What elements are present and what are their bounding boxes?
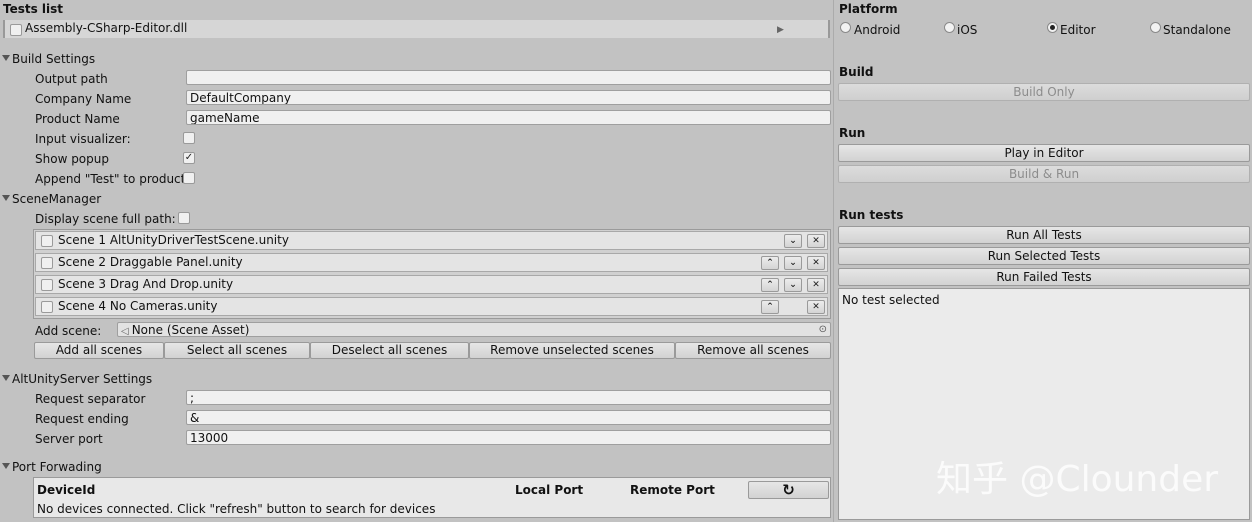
run-selected-tests-button[interactable]: Run Selected Tests [838,247,1250,265]
run-all-tests-button[interactable]: Run All Tests [838,226,1250,244]
server-port-input[interactable]: 13000 [186,430,831,445]
display-full-path-label: Display scene full path: [35,212,176,226]
remove-scene-button[interactable]: ✕ [807,234,825,248]
remove-scene-button[interactable]: ✕ [807,300,825,314]
foldout-triangle-icon[interactable] [2,195,10,201]
add-scene-label: Add scene: [35,324,102,338]
input-visualizer-checkbox[interactable] [183,132,195,144]
scene-row[interactable]: Scene 1 AltUnityDriverTestScene.unity ⌄ … [35,231,828,250]
server-settings-title[interactable]: AltUnityServer Settings [12,372,152,386]
add-scene-field[interactable]: ◁ None (Scene Asset) ⊙ [117,322,831,337]
run-failed-tests-button[interactable]: Run Failed Tests [838,268,1250,286]
scene-checkbox[interactable] [41,301,53,313]
scene-label: Scene 3 Drag And Drop.unity [58,277,234,291]
device-id-header: DeviceId [37,483,96,497]
move-down-button[interactable]: ⌄ [784,278,802,292]
run-title: Run [839,126,866,140]
scene-asset-icon: ◁ [121,326,129,337]
add-all-scenes-button[interactable]: Add all scenes [34,342,164,359]
expand-arrow-icon[interactable]: ▶ [777,23,784,37]
column-divider[interactable] [833,0,834,522]
assembly-checkbox[interactable] [10,24,22,36]
radio-standalone[interactable] [1150,22,1161,33]
local-port-header: Local Port [515,483,584,497]
scene-row[interactable]: Scene 3 Drag And Drop.unity ⌃ ⌄ ✕ [35,275,828,294]
play-in-editor-button[interactable]: Play in Editor [838,144,1250,162]
scene-checkbox[interactable] [41,257,53,269]
append-test-checkbox[interactable] [183,172,195,184]
add-scene-value: None (Scene Asset) [131,323,250,337]
refresh-button[interactable]: ↻ [748,481,829,499]
assembly-label: Assembly-CSharp-Editor.dll [25,21,188,35]
move-up-button[interactable]: ⌃ [761,256,779,270]
radio-ios[interactable] [944,22,955,33]
scene-checkbox[interactable] [41,235,53,247]
scene-label: Scene 4 No Cameras.unity [58,299,218,313]
show-popup-label: Show popup [35,152,109,166]
tests-list-title: Tests list [3,2,64,16]
output-path-input[interactable] [186,70,831,85]
refresh-icon: ↻ [782,481,795,499]
radio-android[interactable] [840,22,851,33]
scene-row[interactable]: Scene 4 No Cameras.unity ⌃ ✕ [35,297,828,316]
deselect-all-scenes-button[interactable]: Deselect all scenes [310,342,469,359]
radio-label-android[interactable]: Android [854,23,900,37]
tests-list-row[interactable]: Assembly-CSharp-Editor.dll ▶ [3,20,830,38]
object-picker-icon[interactable]: ⊙ [819,324,827,336]
request-separator-label: Request separator [35,392,146,406]
scene-checkbox[interactable] [41,279,53,291]
remove-scene-button[interactable]: ✕ [807,256,825,270]
scene-label: Scene 1 AltUnityDriverTestScene.unity [58,233,289,247]
move-up-button[interactable]: ⌃ [761,300,779,314]
build-and-run-button[interactable]: Build & Run [838,165,1250,183]
port-forwarding-table: DeviceId Local Port Remote Port ↻ No dev… [33,477,831,518]
radio-label-standalone[interactable]: Standalone [1163,23,1231,37]
radio-label-editor[interactable]: Editor [1060,23,1096,37]
scene-row[interactable]: Scene 2 Draggable Panel.unity ⌃ ⌄ ✕ [35,253,828,272]
remove-all-scenes-button[interactable]: Remove all scenes [675,342,831,359]
product-name-input[interactable]: gameName [186,110,831,125]
remote-port-header: Remote Port [630,483,715,497]
request-separator-input[interactable]: ; [186,390,831,405]
server-port-label: Server port [35,432,103,446]
watermark-text: 知乎 @Clounder [936,459,1219,500]
remove-scene-button[interactable]: ✕ [807,278,825,292]
remove-unselected-scenes-button[interactable]: Remove unselected scenes [469,342,675,359]
foldout-triangle-icon[interactable] [2,55,10,61]
company-name-input[interactable]: DefaultCompany [186,90,831,105]
no-devices-message: No devices connected. Click "refresh" bu… [37,502,436,516]
platform-title: Platform [839,2,898,16]
build-only-button[interactable]: Build Only [838,83,1250,101]
select-all-scenes-button[interactable]: Select all scenes [164,342,310,359]
scene-manager-title[interactable]: SceneManager [12,192,101,206]
test-status-text: No test selected [842,293,940,307]
move-down-button[interactable]: ⌄ [784,256,802,270]
radio-editor[interactable] [1047,22,1058,33]
foldout-triangle-icon[interactable] [2,375,10,381]
port-forwarding-title[interactable]: Port Forwading [12,460,102,474]
request-ending-input[interactable]: & [186,410,831,425]
scene-label: Scene 2 Draggable Panel.unity [58,255,243,269]
build-title: Build [839,65,874,79]
display-full-path-checkbox[interactable] [178,212,190,224]
product-name-label: Product Name [35,112,120,126]
move-up-button[interactable]: ⌃ [761,278,779,292]
run-tests-title: Run tests [839,208,904,222]
company-name-label: Company Name [35,92,132,106]
input-visualizer-label: Input visualizer: [35,132,131,146]
append-test-label: Append "Test" to product [35,172,186,186]
radio-label-ios[interactable]: iOS [957,23,977,37]
request-ending-label: Request ending [35,412,129,426]
move-down-button[interactable]: ⌄ [784,234,802,248]
foldout-triangle-icon[interactable] [2,463,10,469]
show-popup-checkbox[interactable]: ✓ [183,152,195,164]
output-path-label: Output path [35,72,108,86]
build-settings-title[interactable]: Build Settings [12,52,95,66]
